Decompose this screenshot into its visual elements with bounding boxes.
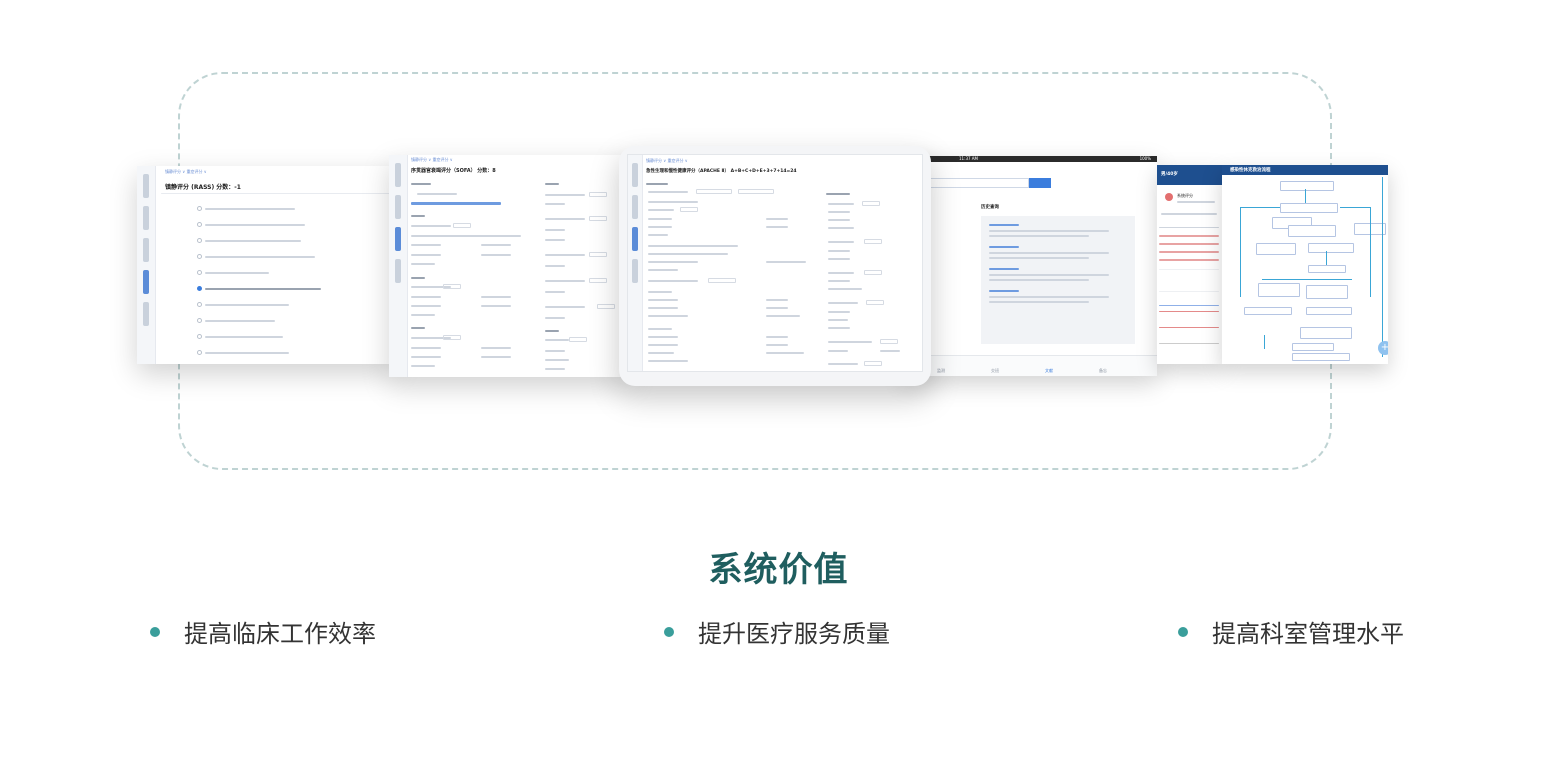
ipad-tab-handover[interactable]: 交班 xyxy=(985,368,1005,374)
ipad-search-button[interactable] xyxy=(1029,178,1051,188)
sofa-breadcrumb[interactable]: 镇静评分 ∨ 重症评分 ∨ xyxy=(411,157,453,163)
phone-title: 系统评分 xyxy=(1177,193,1193,198)
bullet-dot-icon xyxy=(664,626,674,637)
flowchart-screen: 感染性休克救治流程 + xyxy=(1222,165,1388,364)
phone-score-screen: 男/40岁 系统评分 xyxy=(1157,165,1222,364)
apache-sidebar xyxy=(628,155,643,371)
value-label: 提高科室管理水平 xyxy=(1212,620,1404,648)
phone-header: 男/40岁 xyxy=(1161,172,1178,177)
rass-sidebar xyxy=(137,166,156,364)
flowchart-title: 感染性休克救治流程 xyxy=(1230,168,1271,173)
ipad-history-screen: 11:37 AM 100% 历史查询 监测 交班 文献 备忘 xyxy=(905,156,1157,376)
sofa-sidebar xyxy=(389,155,408,377)
ipad-tab-monitor[interactable]: 监测 xyxy=(931,368,951,374)
value-label: 提高临床工作效率 xyxy=(184,620,376,648)
rass-breadcrumb[interactable]: 镇静评分 ∨ 重症评分 ∨ xyxy=(165,169,207,175)
ipad-time: 11:37 AM xyxy=(959,156,978,161)
ipad-section-title: 历史查询 xyxy=(981,205,999,210)
sofa-title: 序贯器官衰竭评分（SOFA） 分数：8 xyxy=(411,168,496,174)
bullet-dot-icon xyxy=(150,626,160,637)
rass-selected-radio[interactable] xyxy=(197,286,202,291)
ipad-status-bar: 11:37 AM 100% xyxy=(905,156,1157,162)
value-item-efficiency: 提高临床工作效率 xyxy=(150,614,376,649)
ipad-battery: 100% xyxy=(1139,156,1151,161)
apache-tablet: 镇静评分 ∨ 重症评分 ∨ 急性生理和慢性健康评分（APACHE Ⅱ） A+B+… xyxy=(619,146,931,386)
apache-title: 急性生理和慢性健康评分（APACHE Ⅱ） A+B+C+D+E+3+7+14=2… xyxy=(646,169,797,174)
value-item-management: 提高科室管理水平 xyxy=(1178,614,1404,649)
ipad-tab-literature[interactable]: 文献 xyxy=(1039,368,1059,374)
sofa-screen: 镇静评分 ∨ 重症评分 ∨ 序贯器官衰竭评分（SOFA） 分数：8 xyxy=(389,155,629,377)
apache-screen: 镇静评分 ∨ 重症评分 ∨ 急性生理和慢性健康评分（APACHE Ⅱ） A+B+… xyxy=(627,154,923,372)
flowchart-plus-icon[interactable]: + xyxy=(1378,341,1388,355)
rass-title: 镇静评分 (RASS) 分数：-1 xyxy=(165,184,241,191)
ipad-tab-memo[interactable]: 备忘 xyxy=(1093,368,1113,374)
rass-screen: 镇静评分 ∨ 重症评分 ∨ 镇静评分 (RASS) 分数：-1 xyxy=(137,166,395,364)
value-item-quality: 提升医疗服务质量 xyxy=(664,614,890,649)
apache-breadcrumb[interactable]: 镇静评分 ∨ 重症评分 ∨ xyxy=(646,158,688,164)
phone-score-badge xyxy=(1165,193,1173,201)
section-heading: 系统价值 xyxy=(708,550,849,590)
value-label: 提升医疗服务质量 xyxy=(698,620,890,648)
bullet-dot-icon xyxy=(1178,626,1188,637)
